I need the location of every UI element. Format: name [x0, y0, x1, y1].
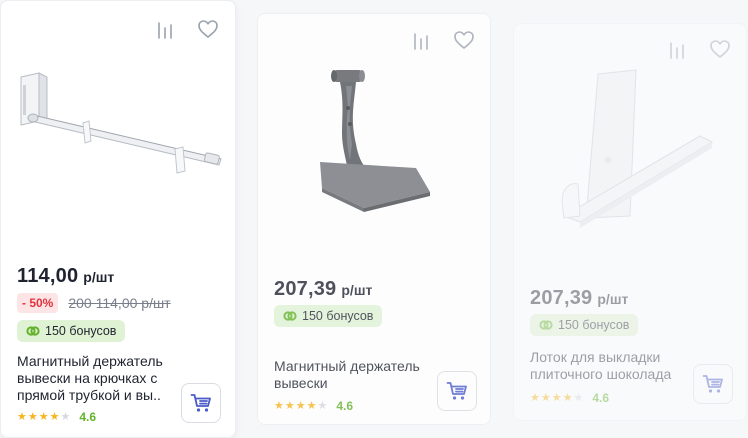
- add-to-cart-button[interactable]: [437, 371, 477, 411]
- bonus-label: 150 бонусов: [45, 324, 117, 338]
- star-icon: ★: [38, 410, 49, 423]
- cart-icon: [446, 381, 468, 401]
- bonus-badge: 150 бонусов: [17, 320, 126, 342]
- bonus-icon: [283, 309, 297, 323]
- rating: ★ ★ ★ ★ ★ 4.6: [274, 399, 353, 413]
- bonus-label: 150 бонусов: [302, 309, 374, 323]
- price-row: 207,39 р/шт: [274, 278, 372, 301]
- bonus-icon: [26, 324, 40, 338]
- discount-row: - 50% 200 114,00 р/шт: [17, 293, 171, 313]
- price-unit: р/шт: [597, 291, 629, 307]
- star-icon: ★: [284, 399, 295, 412]
- product-image[interactable]: [9, 63, 227, 243]
- product-name[interactable]: Лоток для выкладки плиточного шоколада: [530, 349, 688, 383]
- old-price: 200 114,00 р/шт: [68, 295, 171, 311]
- compare-icon[interactable]: [666, 39, 688, 61]
- heart-icon[interactable]: [453, 29, 475, 51]
- rating: ★ ★ ★ ★ ★ 4.6: [17, 410, 96, 424]
- star-icon: ★: [27, 410, 38, 423]
- discount-badge: - 50%: [17, 293, 59, 313]
- star-icon: ★: [551, 391, 562, 404]
- price-row: 207,39 р/шт: [530, 287, 628, 310]
- star-icon: ★: [274, 399, 284, 412]
- product-name[interactable]: Магнитный держатель вывески на крючках с…: [17, 353, 175, 404]
- star-icon: ★: [306, 399, 317, 412]
- price-unit: р/шт: [341, 282, 373, 298]
- bonus-badge: 150 бонусов: [274, 305, 383, 327]
- cart-icon: [190, 393, 212, 413]
- cart-icon: [702, 374, 724, 394]
- price: 207,39: [274, 278, 337, 300]
- price: 114,00: [17, 265, 79, 287]
- add-to-cart-button[interactable]: [181, 383, 221, 423]
- star-icon: ★: [540, 391, 551, 404]
- product-image[interactable]: [266, 64, 484, 244]
- compare-icon[interactable]: [410, 30, 432, 52]
- star-icon: ★: [60, 410, 71, 423]
- heart-icon[interactable]: [197, 18, 219, 40]
- heart-icon[interactable]: [709, 38, 731, 60]
- rating-value: 4.6: [592, 391, 610, 405]
- price-unit: р/шт: [83, 269, 115, 285]
- rating: ★ ★ ★ ★ ★ 4.6: [530, 391, 609, 405]
- product-name[interactable]: Магнитный держатель вывески: [274, 358, 432, 392]
- compare-icon[interactable]: [154, 19, 176, 41]
- product-card[interactable]: 207,39 р/шт 150 бонусов Лоток для выклад…: [513, 23, 747, 421]
- star-icon: ★: [295, 399, 306, 412]
- product-image[interactable]: [522, 66, 740, 246]
- star-icon: ★: [317, 399, 328, 412]
- product-card[interactable]: 114,00 р/шт - 50% 200 114,00 р/шт 150 бо…: [0, 0, 236, 438]
- star-icon: ★: [562, 391, 573, 404]
- bonus-label: 150 бонусов: [558, 318, 630, 332]
- rating-value: 4.6: [79, 410, 97, 424]
- star-icon: ★: [49, 410, 60, 423]
- add-to-cart-button[interactable]: [693, 364, 733, 404]
- bonus-badge: 150 бонусов: [530, 314, 639, 336]
- star-icon: ★: [530, 391, 540, 404]
- bonus-icon: [539, 318, 553, 332]
- rating-value: 4.6: [336, 399, 354, 413]
- star-icon: ★: [17, 410, 27, 423]
- price: 207,39: [530, 287, 593, 309]
- star-icon: ★: [573, 391, 584, 404]
- price-row: 114,00 р/шт: [17, 265, 114, 288]
- product-card[interactable]: 207,39 р/шт 150 бонусов Магнитный держат…: [257, 13, 491, 425]
